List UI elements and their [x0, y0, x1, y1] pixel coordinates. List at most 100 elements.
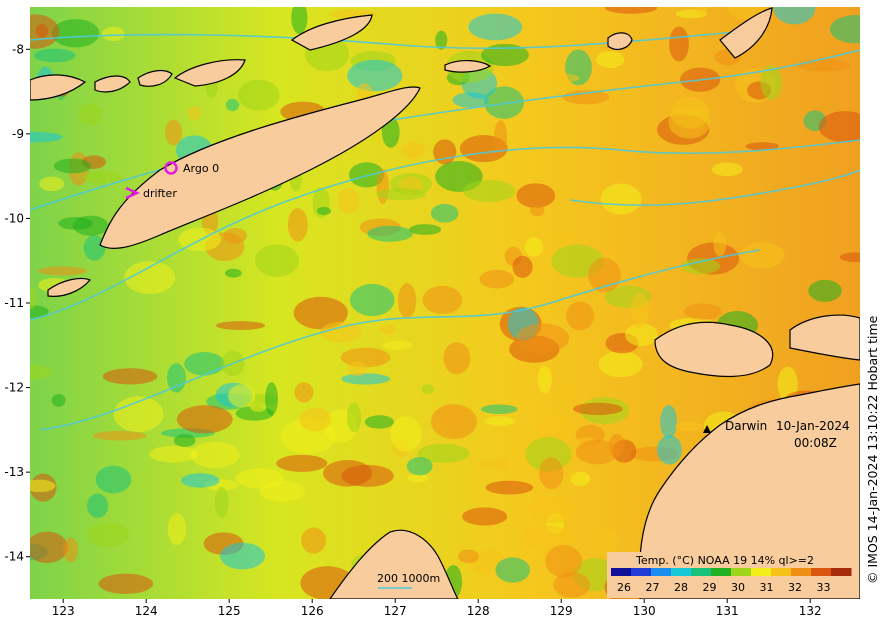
legend-swatch	[831, 568, 852, 576]
sst-patch	[421, 384, 435, 395]
sst-patch	[480, 404, 518, 414]
sst-patch	[340, 347, 391, 368]
sst-patch	[37, 266, 88, 276]
sst-patch	[301, 527, 326, 554]
sst-patch	[797, 59, 851, 72]
sst-patch	[287, 208, 308, 242]
sst-patch	[494, 120, 508, 153]
legend-swatch	[611, 568, 632, 576]
darwin-label: Darwin	[725, 419, 767, 433]
sst-patch	[422, 285, 463, 315]
sst-patch	[347, 59, 403, 92]
legend-swatch	[671, 568, 692, 576]
sst-patch	[63, 537, 79, 563]
sst-patch	[557, 384, 577, 400]
temperature-legend: Temp. (°C) NOAA 19 14% ql>=2 26 27 28 29 30 3…	[607, 552, 859, 598]
sst-patch	[184, 351, 225, 376]
sst-patch	[479, 269, 515, 289]
sst-patch	[565, 301, 594, 331]
sst-patch	[380, 324, 396, 335]
x-tick-label: 130	[633, 604, 656, 618]
sst-patch	[237, 79, 280, 111]
x-tick-label: 125	[218, 604, 241, 618]
sst-patch	[430, 203, 459, 223]
sst-patch	[98, 573, 154, 594]
sst-patch	[276, 454, 328, 472]
sst-patch	[367, 225, 413, 242]
legend-swatch	[791, 568, 812, 576]
sst-patch	[573, 402, 623, 416]
sst-patch	[30, 531, 69, 564]
x-tick-label: 131	[716, 604, 739, 618]
sst-patch	[291, 7, 308, 34]
legend-colorbar	[611, 568, 852, 576]
x-tick-label: 124	[135, 604, 158, 618]
sst-patch	[316, 206, 332, 216]
sst-patch	[347, 361, 368, 377]
legend-title: Temp. (°C) NOAA 19 14% ql>=2	[635, 554, 814, 567]
sst-patch	[527, 496, 576, 524]
legend-tick-label: 26	[617, 581, 631, 594]
sst-patch	[299, 407, 332, 432]
sst-patch	[101, 26, 125, 41]
sst-patch	[675, 421, 703, 432]
sst-patch	[376, 188, 427, 201]
sst-patch	[596, 51, 625, 69]
sst-patch	[537, 365, 552, 394]
sst-patch	[382, 340, 413, 351]
x-tick-label: 127	[384, 604, 407, 618]
sst-patch	[608, 433, 625, 457]
sst-patch	[323, 459, 373, 487]
sst-patch	[223, 227, 247, 244]
sst-patch	[349, 283, 395, 317]
sst-patch	[53, 158, 92, 174]
sst-patch	[516, 183, 556, 208]
sst-patch	[35, 24, 49, 39]
sst-patch	[409, 224, 442, 235]
sst-patch	[555, 232, 575, 243]
sst-patch	[215, 321, 266, 331]
sst-patch	[539, 457, 564, 490]
x-tick-label: 128	[467, 604, 490, 618]
legend-tick-label: 29	[703, 581, 717, 594]
sst-patch	[711, 162, 744, 177]
sst-patch	[443, 342, 471, 375]
sst-patch	[452, 92, 490, 108]
sst-patch	[512, 255, 533, 278]
y-tick-label: -14	[4, 550, 24, 564]
sst-patch	[337, 187, 360, 214]
sst-patch	[592, 528, 619, 555]
sst-patch	[390, 416, 422, 452]
sst-patch	[462, 507, 508, 526]
sst-patch	[228, 384, 256, 408]
sst-patch	[30, 364, 53, 380]
sst-patch	[265, 382, 278, 416]
sst-patch	[829, 15, 860, 44]
sst-patch	[259, 480, 306, 502]
y-tick-label: -9	[12, 127, 24, 141]
sst-patch	[166, 363, 186, 393]
sst-patch	[406, 456, 433, 476]
sst-patch	[87, 493, 109, 518]
footer-stamp: © IMOS 14-Jan-2024 13:10:22 Hobart time	[865, 315, 880, 584]
sst-patch	[562, 90, 610, 105]
x-axis-ticks: 123 124 125 126 127 128 129 130 131 132	[52, 599, 822, 618]
sst-patch	[545, 544, 583, 578]
x-tick-label: 123	[52, 604, 75, 618]
x-tick-label: 132	[799, 604, 822, 618]
sst-patch	[397, 283, 417, 319]
sst-patch	[294, 382, 314, 403]
legend-swatch	[631, 568, 652, 576]
sst-patch	[713, 232, 727, 257]
legend-swatch	[711, 568, 732, 576]
sst-patch	[656, 435, 682, 465]
sst-patch	[346, 402, 362, 433]
sst-patch	[818, 111, 860, 143]
y-tick-label: -11	[4, 296, 24, 310]
sst-patch	[214, 486, 229, 518]
x-tick-label: 129	[550, 604, 573, 618]
sst-patch	[400, 142, 426, 160]
sst-patch	[320, 321, 362, 343]
legend-swatch	[691, 568, 712, 576]
time-label: 00:08Z	[794, 436, 837, 450]
